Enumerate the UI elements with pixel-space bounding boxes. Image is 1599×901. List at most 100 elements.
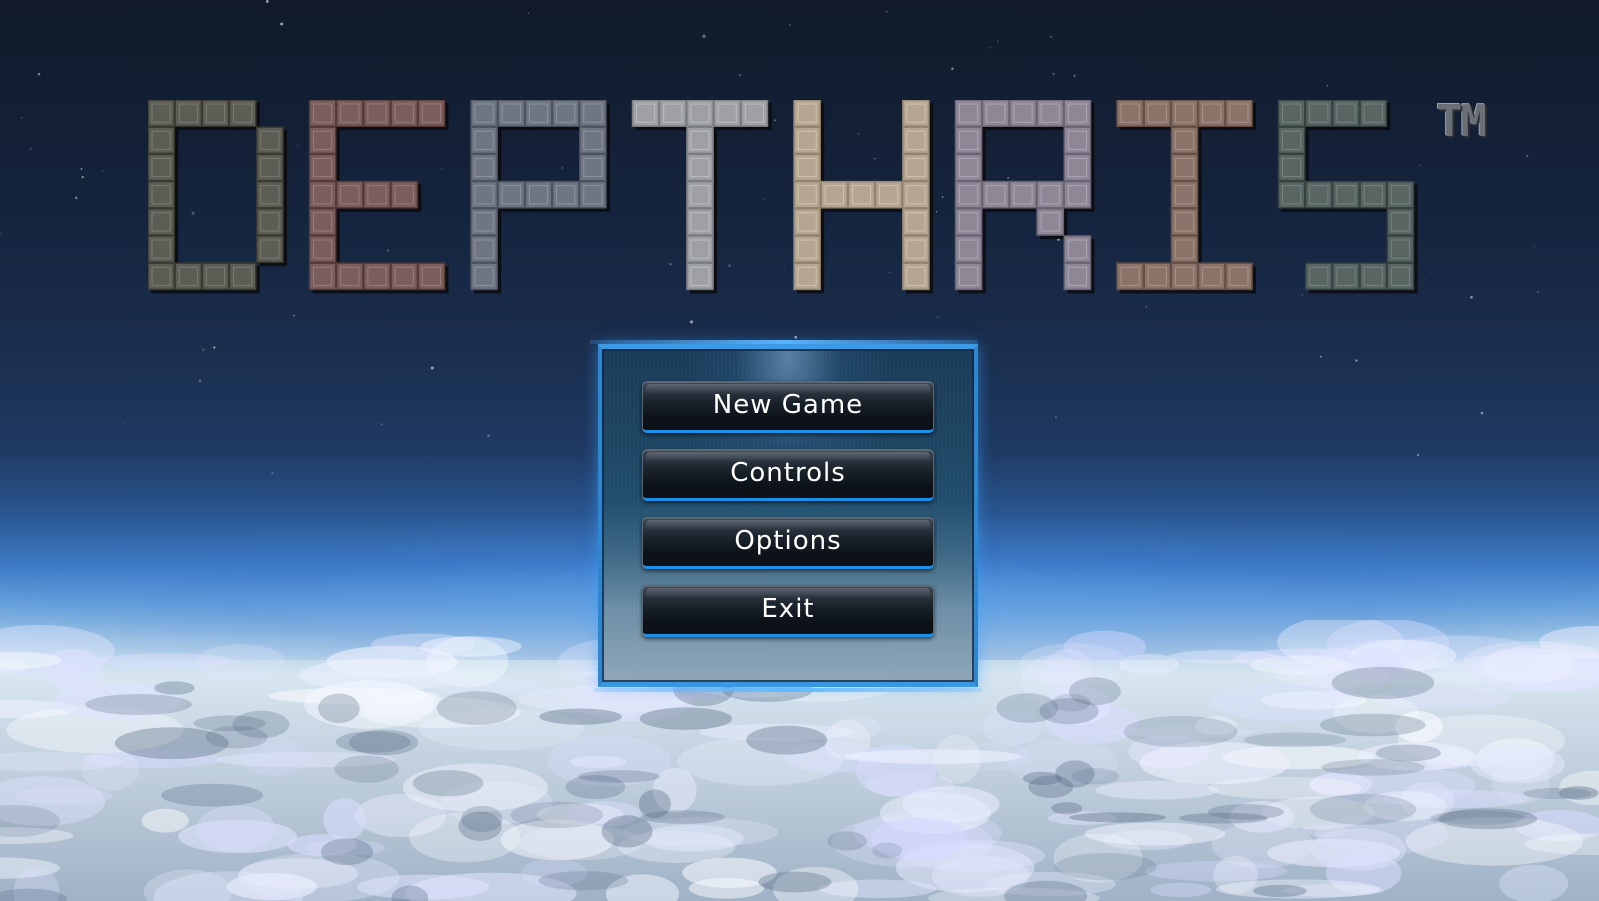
cloud-puff bbox=[1101, 829, 1192, 851]
star bbox=[269, 17, 271, 19]
logo-letter-t bbox=[631, 100, 772, 294]
cloud-puff bbox=[902, 786, 1000, 823]
star bbox=[1326, 84, 1329, 87]
star bbox=[996, 40, 999, 43]
cloud-shadow bbox=[1054, 853, 1157, 881]
logo-letter-s bbox=[1277, 100, 1418, 294]
cloud-shadow bbox=[1069, 677, 1121, 706]
star bbox=[1319, 355, 1322, 358]
cloud-puff bbox=[1499, 864, 1569, 901]
star bbox=[1050, 35, 1053, 38]
cloud-puff bbox=[323, 798, 367, 841]
cloud-puff bbox=[237, 853, 400, 901]
cloud-shadow bbox=[1243, 732, 1347, 748]
logo-letter-p bbox=[470, 100, 610, 294]
star bbox=[122, 422, 124, 424]
star bbox=[280, 22, 284, 26]
star bbox=[936, 316, 939, 319]
star bbox=[293, 314, 295, 317]
cloud-shadow bbox=[1069, 812, 1166, 823]
star bbox=[430, 366, 434, 370]
cloud-shadow bbox=[565, 775, 626, 799]
cloud-puff bbox=[1481, 648, 1576, 684]
cloud-puff bbox=[42, 648, 104, 690]
cloud-puff bbox=[195, 644, 285, 679]
logo-letter-e bbox=[308, 100, 449, 294]
cloud-puff bbox=[1310, 828, 1407, 871]
cloud-shadow bbox=[1123, 715, 1238, 748]
star bbox=[1533, 246, 1535, 248]
cloud-shadow bbox=[318, 693, 360, 724]
star bbox=[213, 346, 216, 349]
cloud-shadow bbox=[1253, 884, 1307, 898]
star bbox=[1417, 454, 1420, 456]
new-game-button[interactable]: New Game bbox=[642, 381, 934, 433]
game-logo bbox=[148, 100, 1508, 300]
cloud-shadow bbox=[1430, 810, 1525, 825]
star bbox=[1263, 64, 1265, 67]
star bbox=[265, 0, 269, 3]
star bbox=[380, 423, 383, 426]
cloud-shadow bbox=[161, 783, 264, 807]
controls-button[interactable]: Controls bbox=[642, 449, 934, 501]
cloud-shadow bbox=[1331, 666, 1435, 699]
cloud-shadow bbox=[334, 755, 399, 783]
main-menu-panel: New Game Controls Options Exit bbox=[590, 340, 982, 692]
cloud-shadow bbox=[538, 871, 629, 891]
star bbox=[80, 168, 83, 170]
star bbox=[101, 169, 104, 172]
exit-button[interactable]: Exit bbox=[642, 585, 934, 637]
star bbox=[202, 348, 205, 352]
star bbox=[885, 10, 888, 13]
star bbox=[1145, 306, 1148, 308]
cloud-puff bbox=[1168, 650, 1279, 664]
trademark-mark: TM bbox=[1436, 96, 1487, 147]
cloud-puff bbox=[640, 824, 745, 852]
cloud-shadow bbox=[642, 810, 725, 824]
star bbox=[738, 74, 741, 77]
cloud-shadow bbox=[539, 708, 622, 725]
star bbox=[271, 472, 274, 475]
cloud-puff bbox=[1470, 745, 1565, 784]
cloud-shadow bbox=[1022, 771, 1062, 785]
logo-letter-h bbox=[793, 100, 933, 294]
cloud-shadow bbox=[320, 838, 373, 866]
cloud-shadow bbox=[1375, 744, 1441, 762]
star bbox=[1480, 411, 1484, 415]
star bbox=[425, 458, 428, 460]
logo-letter-r bbox=[954, 100, 1095, 294]
cloud-shadow bbox=[1072, 768, 1120, 785]
cloud-shadow bbox=[1051, 802, 1083, 815]
cloud-shadow bbox=[872, 842, 903, 859]
star bbox=[74, 196, 78, 200]
star bbox=[990, 47, 992, 49]
logo-letter-d bbox=[148, 100, 287, 294]
star bbox=[1355, 359, 1358, 362]
star bbox=[1055, 416, 1057, 419]
cloud-puff bbox=[1150, 882, 1212, 898]
cloud-shadow bbox=[154, 681, 195, 695]
cloud-shadow bbox=[1321, 759, 1425, 776]
cloud-shadow bbox=[746, 725, 828, 755]
star bbox=[528, 12, 530, 14]
logo-letter-i bbox=[1116, 100, 1256, 294]
star bbox=[794, 335, 798, 339]
cloud-shadow bbox=[85, 694, 192, 715]
star bbox=[198, 379, 202, 383]
star bbox=[1536, 291, 1539, 294]
star bbox=[951, 67, 954, 71]
star bbox=[81, 176, 84, 179]
cloud-shadow bbox=[436, 691, 517, 726]
cloud-shadow bbox=[458, 811, 502, 841]
cloud-puff bbox=[141, 808, 189, 833]
star bbox=[20, 117, 23, 119]
logo-block-letters bbox=[148, 100, 1418, 294]
options-button[interactable]: Options bbox=[642, 517, 934, 569]
star bbox=[0, 232, 2, 235]
cloud-shadow bbox=[1320, 713, 1426, 737]
star bbox=[29, 147, 32, 150]
cloud-puff bbox=[570, 755, 627, 768]
cloud-shadow bbox=[335, 731, 411, 753]
cloud-shadow bbox=[1309, 794, 1417, 825]
cloud-shadow bbox=[639, 707, 733, 730]
